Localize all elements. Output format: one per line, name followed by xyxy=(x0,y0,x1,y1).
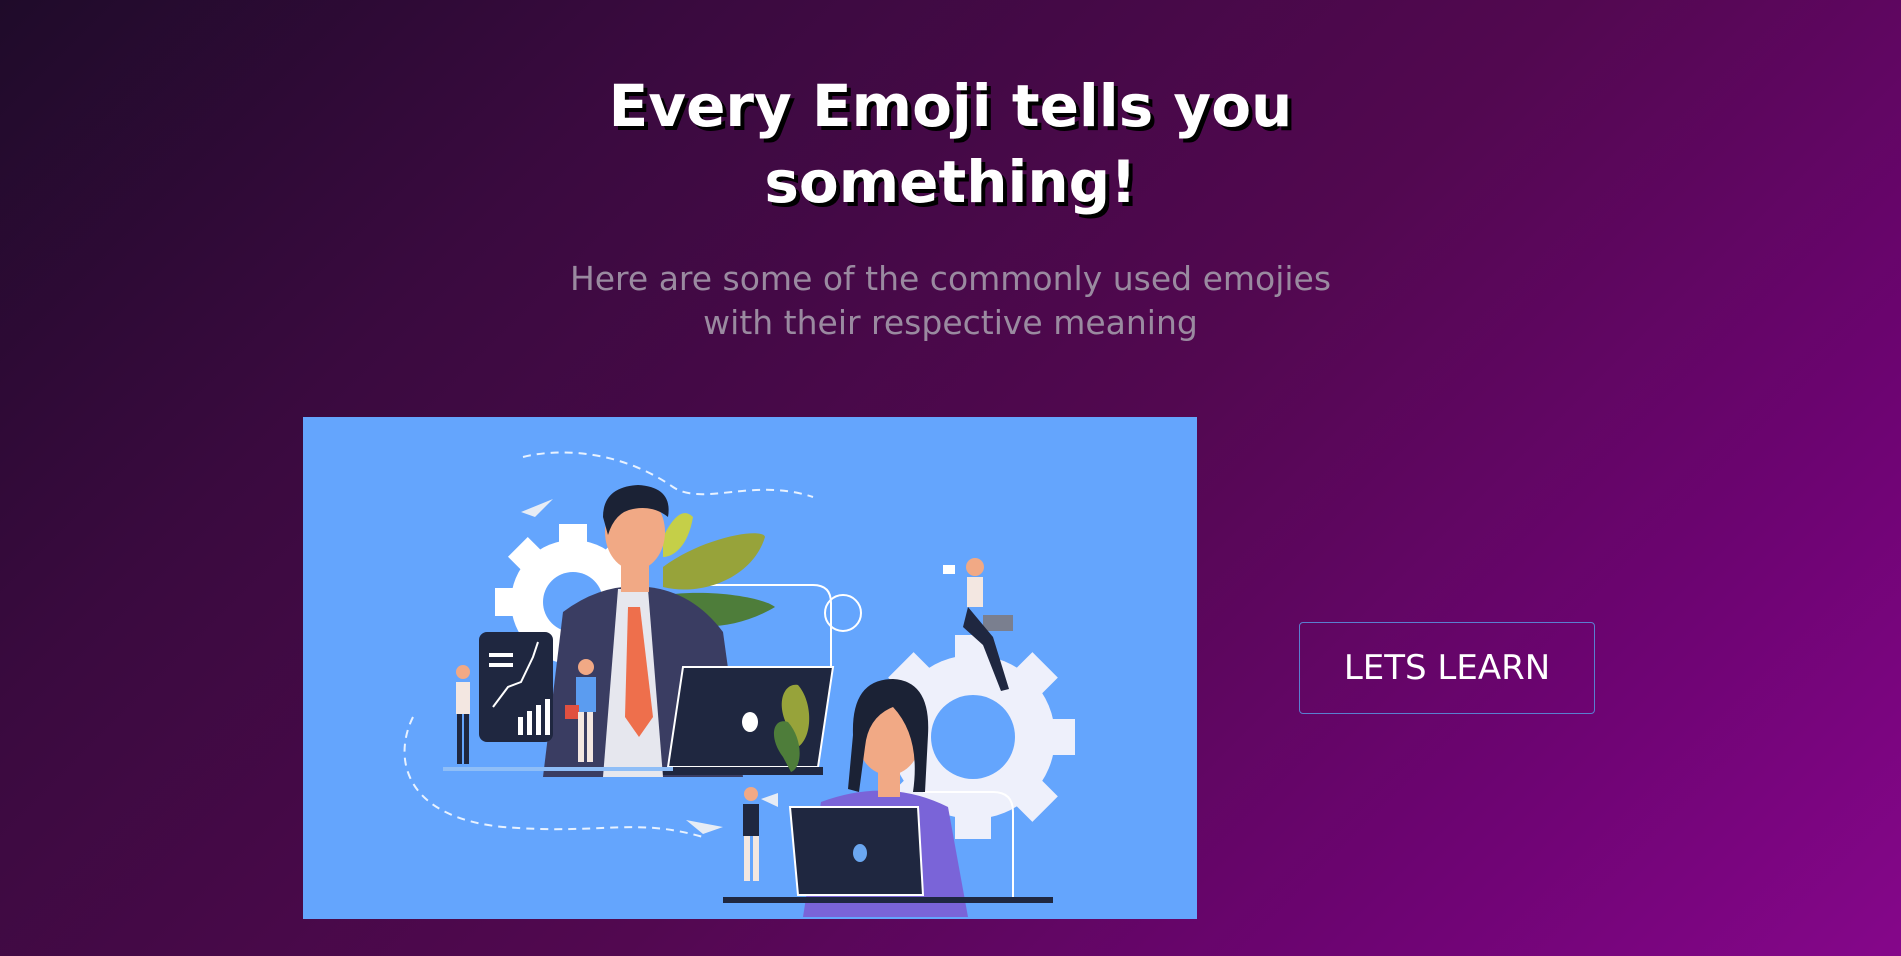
floor-line xyxy=(443,767,673,771)
hero-subtitle-line-1: Here are some of the commonly used emoji… xyxy=(569,259,1332,298)
business-team-illustration xyxy=(403,451,1075,917)
paper-plane-icon xyxy=(686,820,723,834)
hero-title-line-2: something! xyxy=(764,148,1137,216)
hero-title: Every Emoji tells you something! xyxy=(0,68,1901,220)
lets-learn-button[interactable]: LETS LEARN xyxy=(1299,622,1595,714)
hero-illustration xyxy=(303,417,1197,919)
laptop-icon xyxy=(788,806,925,896)
hero-subtitle-line-2: with their respective meaning xyxy=(703,303,1198,342)
person-figure xyxy=(456,665,470,764)
paper-plane-icon xyxy=(521,499,553,517)
chart-panel xyxy=(479,632,553,742)
hero-subtitle: Here are some of the commonly used emoji… xyxy=(0,257,1901,345)
floor-line xyxy=(723,897,1053,903)
hero-title-line-1: Every Emoji tells you xyxy=(608,72,1293,140)
person-figure xyxy=(743,787,778,881)
